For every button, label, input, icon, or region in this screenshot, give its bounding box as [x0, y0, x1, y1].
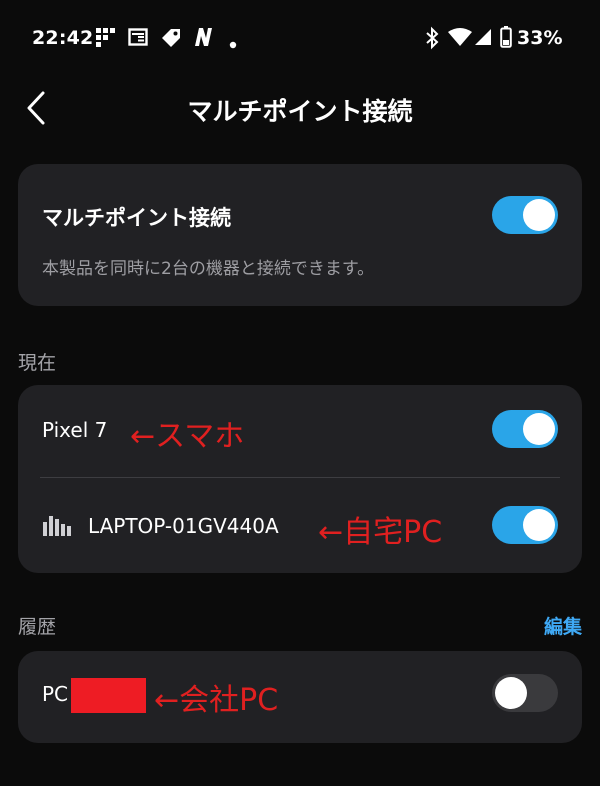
- device-row-pixel7[interactable]: Pixel 7 ←スマホ: [18, 385, 582, 477]
- label-icon: [160, 27, 182, 53]
- device-row-laptop[interactable]: LAPTOP-01GV440A ←自宅PC: [18, 481, 582, 573]
- annotation-text: ←スマホ: [130, 419, 245, 454]
- status-time: 22:42: [32, 27, 94, 49]
- n-app-icon: [192, 25, 214, 53]
- divider: [40, 477, 560, 478]
- news-icon: [128, 27, 148, 51]
- grid-app-icon: [95, 27, 117, 53]
- edit-link[interactable]: 編集: [544, 612, 582, 639]
- annotation-text: ←会社PC: [154, 683, 279, 718]
- page-title: マルチポイント接続: [187, 97, 413, 126]
- annotation-text: ←自宅PC: [318, 515, 443, 550]
- battery-percent: 33%: [517, 27, 563, 49]
- multipoint-toggle[interactable]: [492, 196, 558, 234]
- device-toggle-laptop[interactable]: [492, 506, 558, 544]
- toggle-knob: [523, 413, 555, 445]
- device-row-work-pc[interactable]: PC ←会社PC: [18, 651, 582, 743]
- history-devices-card: PC ←会社PC: [18, 651, 582, 743]
- bluetooth-icon: [424, 26, 440, 54]
- multipoint-description: 本製品を同時に2台の機器と接続できます。: [42, 259, 375, 279]
- dot-icon: [229, 34, 237, 53]
- toggle-knob: [523, 199, 555, 231]
- current-section-label: 現在: [18, 352, 57, 374]
- device-name: LAPTOP-01GV440A: [88, 514, 279, 538]
- page: 22:42 33% マルチポイント接続 マルチポイント接続 本製品を同時に2台の…: [0, 0, 600, 786]
- device-name: PC: [42, 682, 69, 706]
- battery-icon: [500, 26, 512, 52]
- audio-bars-icon: [42, 514, 72, 540]
- current-devices-card: Pixel 7 ←スマホ LAPTOP-01GV440A ←自宅PC: [18, 385, 582, 573]
- device-toggle-work-pc[interactable]: [492, 674, 558, 712]
- wifi-icon: [448, 27, 472, 51]
- history-section-label: 履歴: [18, 616, 57, 638]
- device-toggle-pixel7[interactable]: [492, 410, 558, 448]
- device-name: Pixel 7: [42, 418, 108, 442]
- redaction-box: [71, 678, 146, 713]
- multipoint-title: マルチポイント接続: [42, 206, 231, 230]
- multipoint-card: マルチポイント接続 本製品を同時に2台の機器と接続できます。: [18, 164, 582, 306]
- toggle-knob: [523, 509, 555, 541]
- status-bar: 22:42 33%: [0, 0, 600, 76]
- toggle-knob: [495, 677, 527, 709]
- signal-icon: [474, 28, 492, 50]
